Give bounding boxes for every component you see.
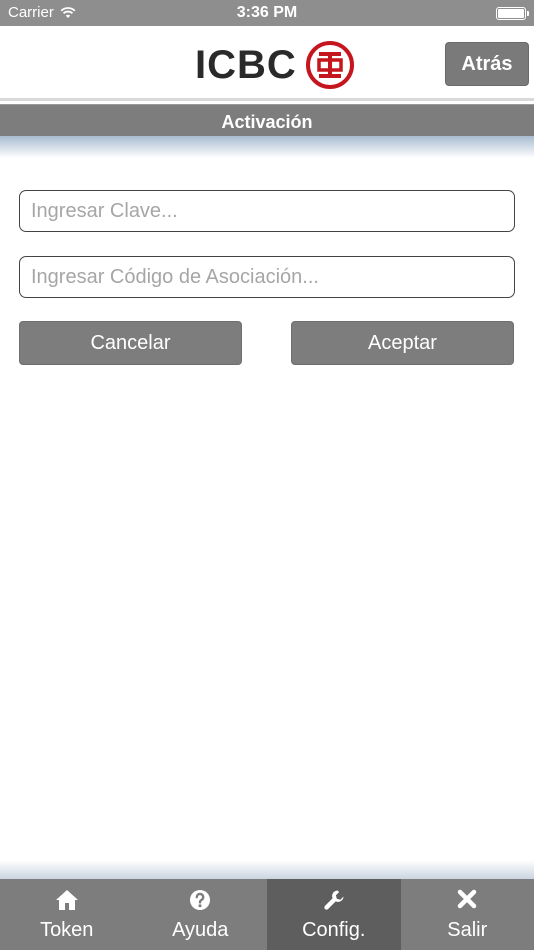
header-divider (0, 98, 534, 101)
tab-salir-label: Salir (447, 919, 488, 941)
tab-bar: Token Ayuda Config. Salir (0, 879, 534, 950)
icbc-logo: ICBC (195, 40, 355, 90)
home-icon (55, 890, 78, 910)
tab-salir[interactable]: Salir (401, 879, 534, 950)
wrench-icon (324, 890, 344, 910)
tab-token[interactable]: Token (0, 879, 134, 950)
tab-config-label: Config. (302, 919, 366, 941)
battery-icon (496, 7, 529, 20)
tab-bar-shadow (0, 860, 534, 880)
logo-text: ICBC (195, 43, 297, 87)
page-title: Activación (0, 104, 534, 136)
status-time: 3:36 PM (236, 4, 298, 21)
icbc-emblem-icon (305, 41, 354, 89)
tab-ayuda[interactable]: Ayuda (134, 879, 268, 950)
association-code-input[interactable] (19, 256, 515, 298)
title-shadow (0, 136, 534, 158)
back-button[interactable]: Atrás (445, 42, 529, 86)
clave-input[interactable] (19, 190, 515, 232)
accept-button[interactable]: Aceptar (291, 321, 514, 365)
close-icon (458, 889, 477, 909)
tab-token-label: Token (40, 919, 94, 941)
cancel-button[interactable]: Cancelar (19, 321, 242, 365)
tab-config[interactable]: Config. (267, 879, 401, 950)
help-icon (190, 890, 211, 910)
status-bar: Carrier 3:36 PM (0, 0, 534, 26)
tab-ayuda-label: Ayuda (172, 919, 229, 941)
